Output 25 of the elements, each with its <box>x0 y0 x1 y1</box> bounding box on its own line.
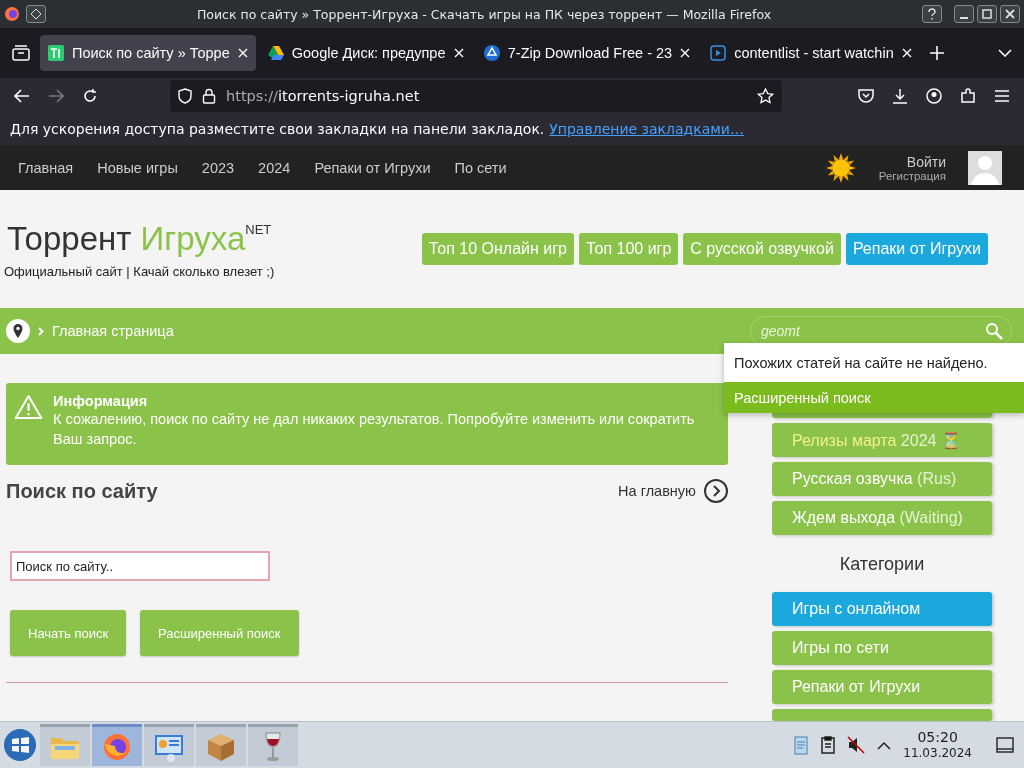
window-title: Поиск по сайту » Торрент-Игруха - Скачать игры на ПК через торрент — Mozilla Firefox <box>195 6 773 22</box>
site-nav-link[interactable]: Главная <box>6 159 86 176</box>
site-nav-link[interactable]: 2023 <box>189 159 247 176</box>
site-nav-link[interactable]: Новые игры <box>85 159 190 176</box>
info-title: Информация <box>53 393 149 409</box>
bookmarks-notice: Для ускорения доступа разместите свои закладки на панели закладок. <box>10 121 545 137</box>
home-link[interactable]: На главную <box>618 479 728 503</box>
manage-bookmarks-link[interactable]: Управление закладками… <box>549 121 744 137</box>
no-results-message: Похожих статей на сайте не найдено. <box>724 343 1024 382</box>
register-link[interactable]: Регистрация <box>866 169 958 182</box>
browser-tab[interactable]: 7-Zip Download Free - 23 <box>475 35 699 71</box>
clock[interactable]: 05:20 11.03.2024 <box>903 729 972 761</box>
site-nav-link[interactable]: Репаки от Игрухи <box>302 159 443 176</box>
site-nav-link[interactable]: 2024 <box>246 159 303 176</box>
info-message: К сожалению, поиск по сайту не дал никаких результатов. Попробуйте изменить или сократить Ваш запрос. <box>53 410 696 449</box>
search-field[interactable]: Поиск по сайту.. <box>10 551 270 581</box>
categories-heading: Категории <box>838 554 926 575</box>
login-link[interactable]: Войти <box>894 153 958 170</box>
browser-tab[interactable]: Поиск по сайту » Торре <box>40 35 256 71</box>
site-tagline: Официальный сайт | Качай сколько влезет ;) <box>4 263 275 279</box>
address-bar[interactable]: https://itorrents-igruha.net <box>170 79 782 112</box>
page-title: Поиск по сайту <box>6 479 158 503</box>
site-nav-link[interactable]: По сети <box>442 159 519 176</box>
browser-tab[interactable]: contentlist - start watchin <box>702 35 920 71</box>
browser-tab[interactable]: Google Диск: предупре <box>259 35 472 71</box>
